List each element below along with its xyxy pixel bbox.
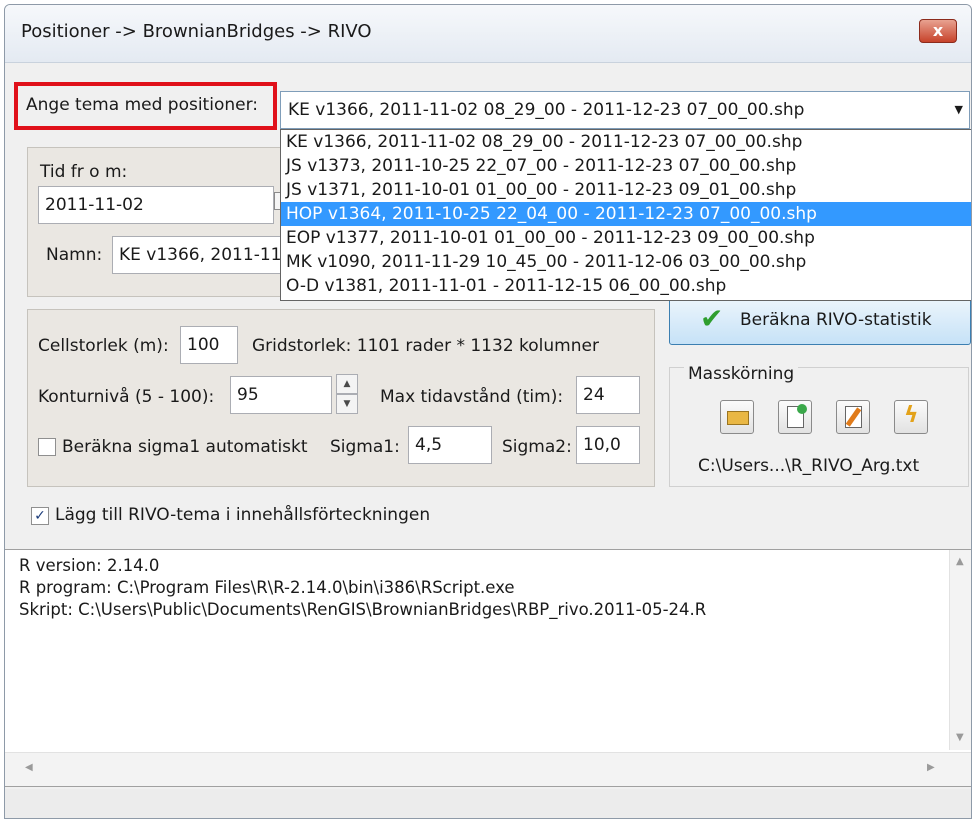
theme-selected-value: KE v1366, 2011-11-02 08_29_00 - 2011-12-… — [288, 100, 805, 120]
scroll-left-icon[interactable]: ◀ — [25, 762, 33, 773]
dialog-window: Positioner -> BrownianBridges -> RIVO x … — [4, 4, 972, 819]
close-icon: x — [932, 21, 944, 40]
grid-settings-panel: Cellstorlek (m): 100 Gridstorlek: 1101 r… — [27, 309, 655, 487]
time-from-input[interactable]: 2011-11-02 — [38, 186, 274, 224]
time-from-label: Tid fr o m: — [40, 162, 128, 182]
stepper-down-icon[interactable]: ▼ — [336, 394, 358, 414]
horizontal-scrollbar[interactable]: ◀ ▶ — [5, 752, 971, 786]
sigma2-label: Sigma2: — [502, 437, 572, 457]
log-line: R version: 2.14.0 — [19, 556, 160, 575]
scroll-right-icon[interactable]: ▶ — [927, 762, 935, 773]
add-to-toc-label: Lägg till RIVO-tema i innehållsförteckni… — [55, 505, 431, 525]
close-button[interactable]: x — [919, 19, 957, 43]
theme-label: Ange tema med positioner: — [26, 95, 258, 115]
log-output[interactable]: R version: 2.14.0 R program: C:\Program … — [5, 549, 971, 787]
compute-button-label: Beräkna RIVO-statistik — [740, 310, 932, 330]
status-bar — [5, 789, 971, 818]
run-lightning-icon[interactable]: ϟ — [894, 400, 928, 434]
dropdown-item-highlighted[interactable]: HOP v1364, 2011-10-25 22_04_00 - 2011-12… — [281, 202, 971, 226]
add-to-toc-checkbox[interactable]: ✓ — [31, 507, 49, 525]
vertical-scrollbar[interactable]: ▲ ▼ — [949, 550, 971, 750]
contour-level-stepper[interactable]: ▲ ▼ — [336, 374, 358, 416]
checkmark-icon: ✔ — [700, 302, 724, 335]
theme-combobox[interactable]: KE v1366, 2011-11-02 08_29_00 - 2011-12-… — [280, 91, 970, 129]
sigma1-label: Sigma1: — [330, 437, 400, 457]
max-time-gap-input[interactable]: 24 — [576, 376, 640, 414]
open-folder-icon[interactable] — [720, 400, 754, 434]
dropdown-item[interactable]: O-D v1381, 2011-11-01 - 2011-12-15 06_00… — [281, 274, 971, 298]
dropdown-item[interactable]: KE v1366, 2011-11-02 08_29_00 - 2011-12-… — [281, 130, 971, 154]
new-file-icon[interactable] — [778, 400, 812, 434]
dropdown-item[interactable]: MK v1090, 2011-11-29 10_45_00 - 2011-12-… — [281, 250, 971, 274]
theme-dropdown-list: KE v1366, 2011-11-02 08_29_00 - 2011-12-… — [280, 129, 971, 301]
log-line: R program: C:\Program Files\R\R-2.14.0\b… — [19, 578, 515, 597]
dropdown-item[interactable]: JS v1371, 2011-10-01 01_00_00 - 2011-12-… — [281, 178, 971, 202]
name-input[interactable]: KE v1366, 2011-11 — [112, 236, 292, 274]
compute-rivo-button[interactable]: ✔ Beräkna RIVO-statistik — [669, 295, 971, 345]
dropdown-item[interactable]: EOP v1377, 2011-10-01 01_00_00 - 2011-12… — [281, 226, 971, 250]
batch-file-path: C:\Users...\R_RIVO_Arg.txt — [698, 456, 920, 476]
dropdown-item[interactable]: JS v1373, 2011-10-25 22_07_00 - 2011-12-… — [281, 154, 971, 178]
name-label: Namn: — [46, 245, 103, 265]
auto-sigma-label: Beräkna sigma1 automatiskt — [62, 437, 308, 457]
stepper-up-icon[interactable]: ▲ — [336, 374, 358, 394]
contour-level-input[interactable]: 95 — [230, 376, 332, 414]
cell-size-label: Cellstorlek (m): — [38, 336, 169, 356]
cell-size-input[interactable]: 100 — [180, 326, 238, 364]
title-bar: Positioner -> BrownianBridges -> RIVO x — [5, 5, 971, 63]
batch-panel: Masskörning ϟ C:\Users...\R_RIVO_Arg.txt — [669, 364, 969, 487]
window-title: Positioner -> BrownianBridges -> RIVO — [21, 21, 372, 42]
chevron-down-icon[interactable]: ▼ — [955, 92, 963, 128]
theme-label-highlight: Ange tema med positioner: — [14, 82, 277, 130]
max-time-gap-label: Max tidavstånd (tim): — [380, 387, 564, 407]
sigma2-input[interactable]: 10,0 — [576, 426, 640, 464]
auto-sigma-checkbox[interactable] — [38, 438, 56, 456]
scroll-down-icon[interactable]: ▼ — [956, 732, 964, 743]
scroll-up-icon[interactable]: ▲ — [956, 556, 964, 567]
contour-level-label: Konturnivå (5 - 100): — [38, 387, 215, 407]
sigma1-input[interactable]: 4,5 — [408, 426, 492, 464]
edit-file-icon[interactable] — [836, 400, 870, 434]
batch-label: Masskörning — [684, 364, 799, 384]
log-line: Skript: C:\Users\Public\Documents\RenGIS… — [19, 600, 707, 619]
grid-size-text: Gridstorlek: 1101 rader * 1132 kolumner — [252, 336, 599, 356]
